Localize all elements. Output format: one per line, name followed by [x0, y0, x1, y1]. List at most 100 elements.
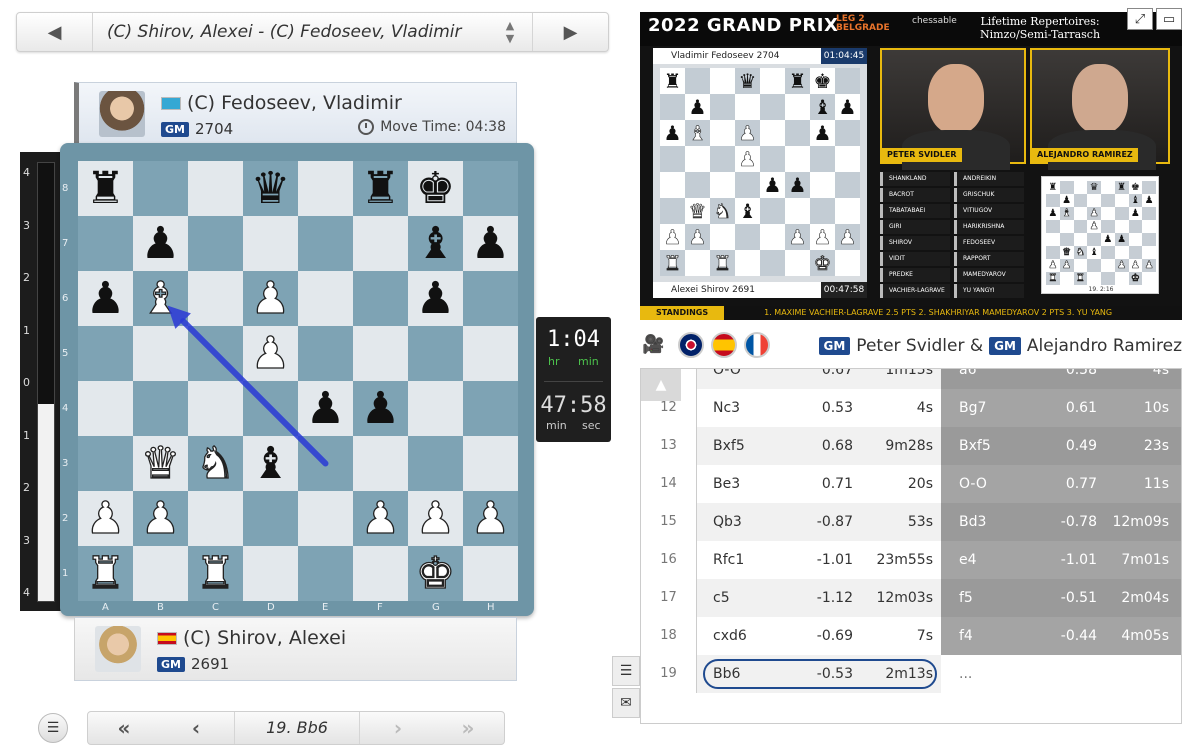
black-king-icon[interactable]: ♚: [416, 166, 455, 211]
square-d1[interactable]: [243, 546, 298, 601]
black-move[interactable]: O-O 0.77 11s: [941, 465, 1181, 503]
square-b8[interactable]: [133, 161, 188, 216]
square-h2[interactable]: ♟: [463, 491, 518, 546]
white-rook-icon[interactable]: ♜: [85, 550, 126, 595]
square-c5[interactable]: [188, 326, 243, 381]
previous-move-button[interactable]: ‹: [160, 712, 232, 744]
square-b6[interactable]: ♝: [133, 271, 188, 326]
restore-video-button[interactable]: ⤢: [1127, 8, 1153, 30]
square-d7[interactable]: [243, 216, 298, 271]
next-game-button[interactable]: ▶: [532, 13, 608, 51]
square-c8[interactable]: [188, 161, 243, 216]
white-move[interactable]: c5 -1.12 12m03s: [697, 579, 941, 617]
square-f6[interactable]: [353, 271, 408, 326]
white-pawn-icon[interactable]: ♟: [140, 495, 181, 540]
menu-button[interactable]: ☰: [38, 713, 68, 743]
black-pawn-icon[interactable]: ♟: [416, 276, 455, 321]
first-move-button[interactable]: «: [88, 712, 160, 744]
white-pawn-icon[interactable]: ♟: [85, 495, 126, 540]
square-a7[interactable]: [78, 216, 133, 271]
broadcast-video[interactable]: 2022 GRAND PRIX LEG 2 BELGRADE chessable …: [640, 12, 1182, 320]
move-row[interactable]: 14 Be3 0.71 20s O-O 0.77 11s: [641, 465, 1181, 503]
white-move[interactable]: Nc3 0.53 4s: [697, 389, 941, 427]
white-pawn-icon[interactable]: ♟: [470, 495, 511, 540]
square-a5[interactable]: [78, 326, 133, 381]
square-e2[interactable]: [298, 491, 353, 546]
black-pawn-icon[interactable]: ♟: [361, 386, 400, 431]
black-pawn-icon[interactable]: ♟: [141, 221, 180, 266]
square-h6[interactable]: [463, 271, 518, 326]
spanish-stream-flag-icon[interactable]: [711, 332, 737, 358]
black-move[interactable]: f4 -0.44 4m05s: [941, 617, 1181, 655]
white-move[interactable]: Rfc1 -1.01 23m55s: [697, 541, 941, 579]
square-g4[interactable]: [408, 381, 463, 436]
black-queen-icon[interactable]: ♛: [251, 166, 290, 211]
square-h8[interactable]: [463, 161, 518, 216]
square-d5[interactable]: ♟: [243, 326, 298, 381]
video-camera-icon[interactable]: 🎥: [642, 334, 664, 355]
square-c2[interactable]: [188, 491, 243, 546]
black-rook-icon[interactable]: ♜: [361, 166, 400, 211]
square-c4[interactable]: [188, 381, 243, 436]
square-g6[interactable]: ♟: [408, 271, 463, 326]
square-h1[interactable]: [463, 546, 518, 601]
square-f8[interactable]: ♜: [353, 161, 408, 216]
square-h3[interactable]: [463, 436, 518, 491]
move-row[interactable]: 19 Bb6 -0.53 2m13s...: [641, 655, 1181, 693]
square-c6[interactable]: [188, 271, 243, 326]
square-e7[interactable]: [298, 216, 353, 271]
square-f7[interactable]: [353, 216, 408, 271]
move-row[interactable]: 15 Qb3 -0.87 53s Bd3 -0.78 12m09s: [641, 503, 1181, 541]
square-h4[interactable]: [463, 381, 518, 436]
square-c7[interactable]: [188, 216, 243, 271]
square-f2[interactable]: ♟: [353, 491, 408, 546]
previous-game-button[interactable]: ◀: [17, 13, 93, 51]
move-row[interactable]: 12 Nc3 0.53 4s Bg7 0.61 10s: [641, 389, 1181, 427]
square-b4[interactable]: [133, 381, 188, 436]
square-f1[interactable]: [353, 546, 408, 601]
square-b3[interactable]: ♛: [133, 436, 188, 491]
square-a8[interactable]: ♜: [78, 161, 133, 216]
square-c1[interactable]: ♜: [188, 546, 243, 601]
square-e8[interactable]: [298, 161, 353, 216]
square-a4[interactable]: [78, 381, 133, 436]
white-knight-icon[interactable]: ♞: [195, 440, 236, 485]
black-bishop-icon[interactable]: ♝: [251, 441, 290, 486]
window-video-button[interactable]: ▭: [1156, 8, 1182, 30]
square-d8[interactable]: ♛: [243, 161, 298, 216]
move-row[interactable]: 13 Bxf5 0.68 9m28s Bxf5 0.49 23s: [641, 427, 1181, 465]
square-g1[interactable]: ♚: [408, 546, 463, 601]
square-e1[interactable]: [298, 546, 353, 601]
square-b1[interactable]: [133, 546, 188, 601]
white-queen-icon[interactable]: ♛: [140, 440, 181, 485]
square-e6[interactable]: [298, 271, 353, 326]
square-f3[interactable]: [353, 436, 408, 491]
black-rook-icon[interactable]: ♜: [86, 166, 125, 211]
chat-view-button[interactable]: ✉: [612, 688, 640, 718]
white-move[interactable]: O-O 0.67 1m15s: [697, 369, 941, 389]
white-move[interactable]: cxd6 -0.69 7s: [697, 617, 941, 655]
french-stream-flag-icon[interactable]: [744, 332, 770, 358]
white-move[interactable]: Qb3 -0.87 53s: [697, 503, 941, 541]
move-row[interactable]: 18 cxd6 -0.69 7s f4 -0.44 4m05s: [641, 617, 1181, 655]
black-pawn-icon[interactable]: ♟: [471, 221, 510, 266]
move-row[interactable]: 11O-O0.671m15sa60.584s: [641, 369, 1181, 389]
black-move[interactable]: f5 -0.51 2m04s: [941, 579, 1181, 617]
black-pawn-icon[interactable]: ♟: [86, 276, 125, 321]
black-move[interactable]: a6 0.58 4s: [941, 369, 1181, 389]
white-pawn-icon[interactable]: ♟: [250, 330, 291, 375]
white-king-icon[interactable]: ♚: [415, 550, 456, 595]
square-a1[interactable]: ♜: [78, 546, 133, 601]
square-d6[interactable]: ♟: [243, 271, 298, 326]
chessboard[interactable]: ♜ ♛ ♜ ♚ ♟ ♝ ♟ ♟ ♝ ♟ ♟ ♟ ♟ ♟ ♛ ♞ ♝ ♟ ♟ ♟ ♟ ♟ ♜ ♜ ♚: [78, 161, 518, 601]
white-bishop-icon[interactable]: ♝: [140, 275, 181, 320]
black-bishop-icon[interactable]: ♝: [416, 221, 455, 266]
white-rook-icon[interactable]: ♜: [195, 550, 236, 595]
square-a6[interactable]: ♟: [78, 271, 133, 326]
black-move[interactable]: Bg7 0.61 10s: [941, 389, 1181, 427]
square-c3[interactable]: ♞: [188, 436, 243, 491]
notation-view-button[interactable]: ☰: [612, 656, 640, 686]
square-e5[interactable]: [298, 326, 353, 381]
black-move[interactable]: ...: [941, 655, 1181, 693]
english-stream-flag-icon[interactable]: [678, 332, 704, 358]
